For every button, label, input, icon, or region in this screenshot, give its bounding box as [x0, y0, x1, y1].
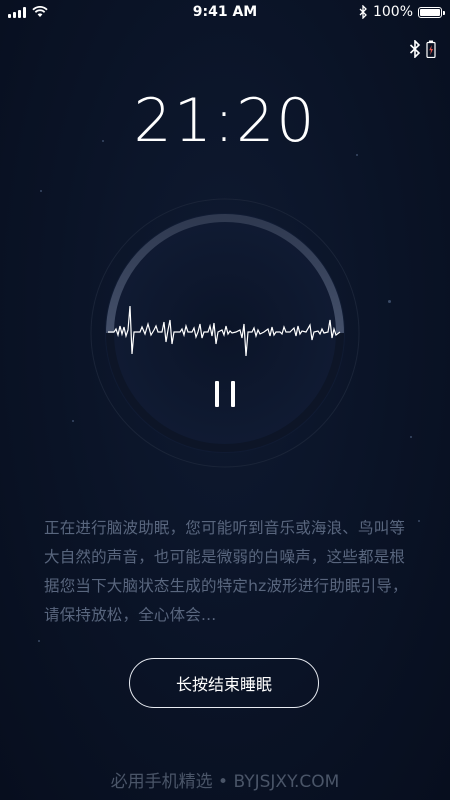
- sleep-clock: 21:20: [133, 86, 317, 156]
- background-star: [38, 640, 40, 642]
- pause-icon: [231, 381, 235, 407]
- battery-icon: [418, 6, 445, 18]
- background-star: [40, 190, 42, 192]
- status-bar: 9:41 AM 100%: [0, 0, 450, 26]
- background-star: [388, 300, 391, 303]
- battery-charging-icon: [426, 40, 436, 58]
- battery-level-fill: [420, 8, 440, 16]
- end-sleep-button[interactable]: 长按结束睡眠: [129, 658, 319, 708]
- sleep-description: 正在进行脑波助眠，您可能听到音乐或海浪、鸟叫等大自然的声音，也可能是微弱的白噪声…: [44, 519, 408, 624]
- background-star: [72, 420, 74, 422]
- ring-graphic: [90, 198, 360, 468]
- watermark-text: 必用手机精选 • BYJSJXY.COM: [110, 772, 340, 792]
- end-sleep-label: 长按结束睡眠: [175, 675, 272, 694]
- pause-icon: [215, 381, 219, 407]
- bluetooth-status-icon: [359, 5, 367, 19]
- background-star: [410, 436, 412, 438]
- sleep-ring: [90, 198, 360, 468]
- status-right: 100%: [359, 4, 445, 20]
- pause-button[interactable]: [205, 373, 245, 413]
- bluetooth-icon: [409, 40, 421, 58]
- device-status: [409, 40, 436, 58]
- battery-percent: 100%: [372, 4, 413, 20]
- background-star: [418, 520, 420, 522]
